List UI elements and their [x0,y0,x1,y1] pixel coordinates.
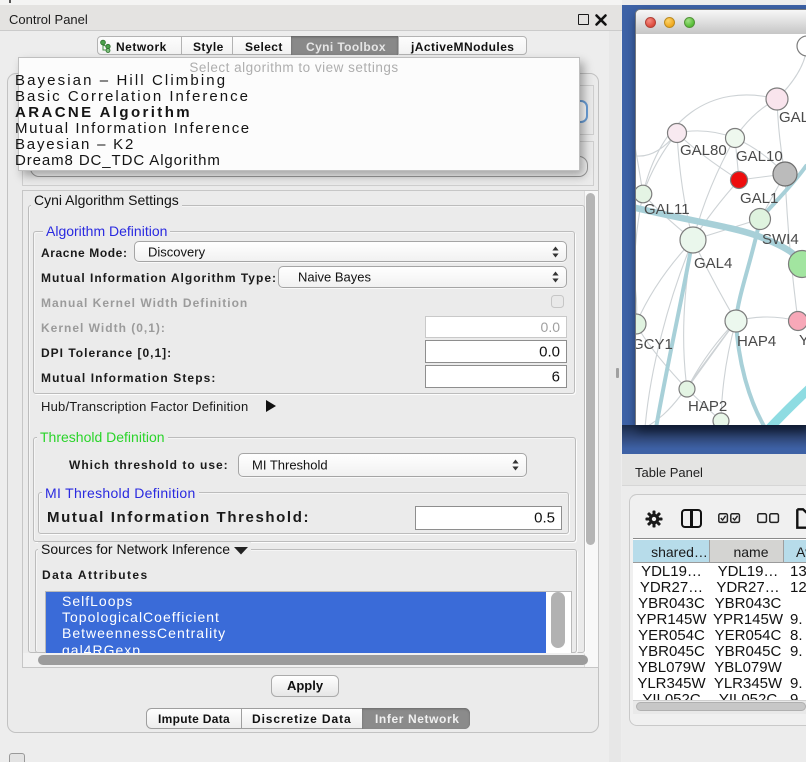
svg-text:GAL11: GAL11 [644,201,690,218]
svg-text:GAL7: GAL7 [779,109,806,126]
svg-text:SWI4: SWI4 [762,231,799,248]
svg-text:GAL1: GAL1 [740,190,778,207]
svg-text:GAL10: GAL10 [736,148,783,165]
svg-text:GCY1: GCY1 [636,336,673,353]
svg-text:GAL4: GAL4 [694,255,732,272]
svg-text:HAP4: HAP4 [737,333,776,350]
svg-text:HAP2: HAP2 [688,398,727,415]
svg-text:YP: YP [799,332,806,349]
svg-text:GAL80: GAL80 [680,142,727,159]
